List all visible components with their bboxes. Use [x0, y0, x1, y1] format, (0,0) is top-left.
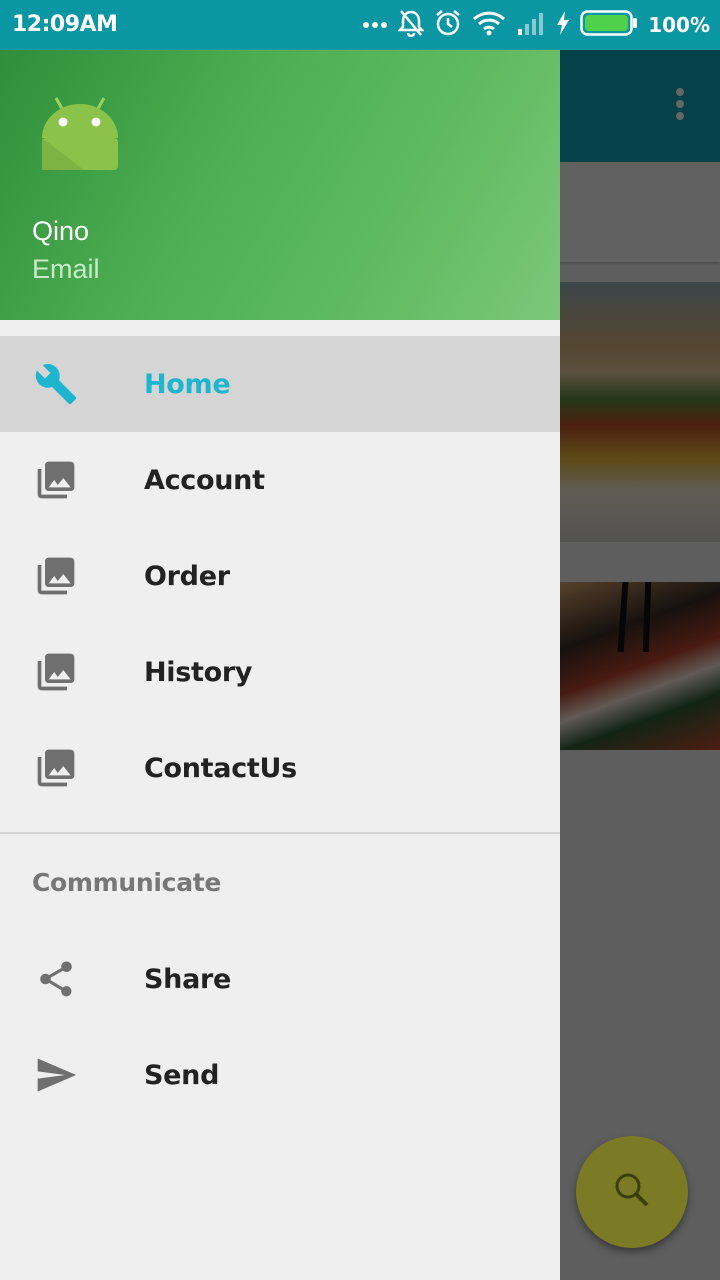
menu-label-account: Account — [144, 464, 265, 496]
send-icon — [34, 1053, 78, 1097]
charging-icon — [556, 10, 570, 40]
menu-label-order: Order — [144, 560, 230, 592]
photo-library-icon — [34, 554, 78, 598]
search-fab[interactable] — [576, 1136, 688, 1248]
alarm-icon — [434, 9, 462, 42]
user-email: Email — [32, 254, 100, 284]
search-icon — [612, 1170, 652, 1215]
photo-library-icon — [34, 746, 78, 790]
user-name: Qino — [32, 216, 90, 246]
battery-icon — [580, 9, 638, 41]
menu-item-order[interactable]: Order — [0, 528, 560, 624]
bell-off-icon — [397, 9, 426, 42]
navigation-drawer: Qino Email Home Account Order History Co… — [0, 50, 560, 1280]
more-dots-icon — [362, 16, 388, 34]
menu-label-share: Share — [144, 963, 232, 995]
status-bar: 12:09AM 100% — [0, 0, 720, 50]
wrench-icon — [34, 362, 78, 406]
menu-item-share[interactable]: Share — [0, 931, 560, 1027]
android-logo-icon — [34, 88, 126, 178]
menu-divider — [0, 832, 560, 834]
menu-item-contactus[interactable]: ContactUs — [0, 720, 560, 816]
status-icons: 100% — [362, 8, 710, 42]
battery-percent: 100% — [648, 13, 710, 37]
wifi-icon — [472, 10, 506, 41]
menu-label-contactus: ContactUs — [144, 752, 297, 784]
menu-label-home: Home — [144, 368, 231, 400]
menu-label-history: History — [144, 656, 253, 688]
photo-library-icon — [34, 458, 78, 502]
photo-library-icon — [34, 650, 78, 694]
menu-item-account[interactable]: Account — [0, 432, 560, 528]
drawer-header: Qino Email — [0, 50, 560, 320]
signal-icon — [516, 11, 546, 40]
menu-item-send[interactable]: Send — [0, 1027, 560, 1123]
menu-item-home[interactable]: Home — [0, 336, 560, 432]
status-time: 12:09AM — [12, 12, 118, 37]
menu-item-history[interactable]: History — [0, 624, 560, 720]
share-icon — [34, 957, 78, 1001]
menu-label-send: Send — [144, 1059, 220, 1091]
section-title-communicate: Communicate — [32, 868, 222, 897]
